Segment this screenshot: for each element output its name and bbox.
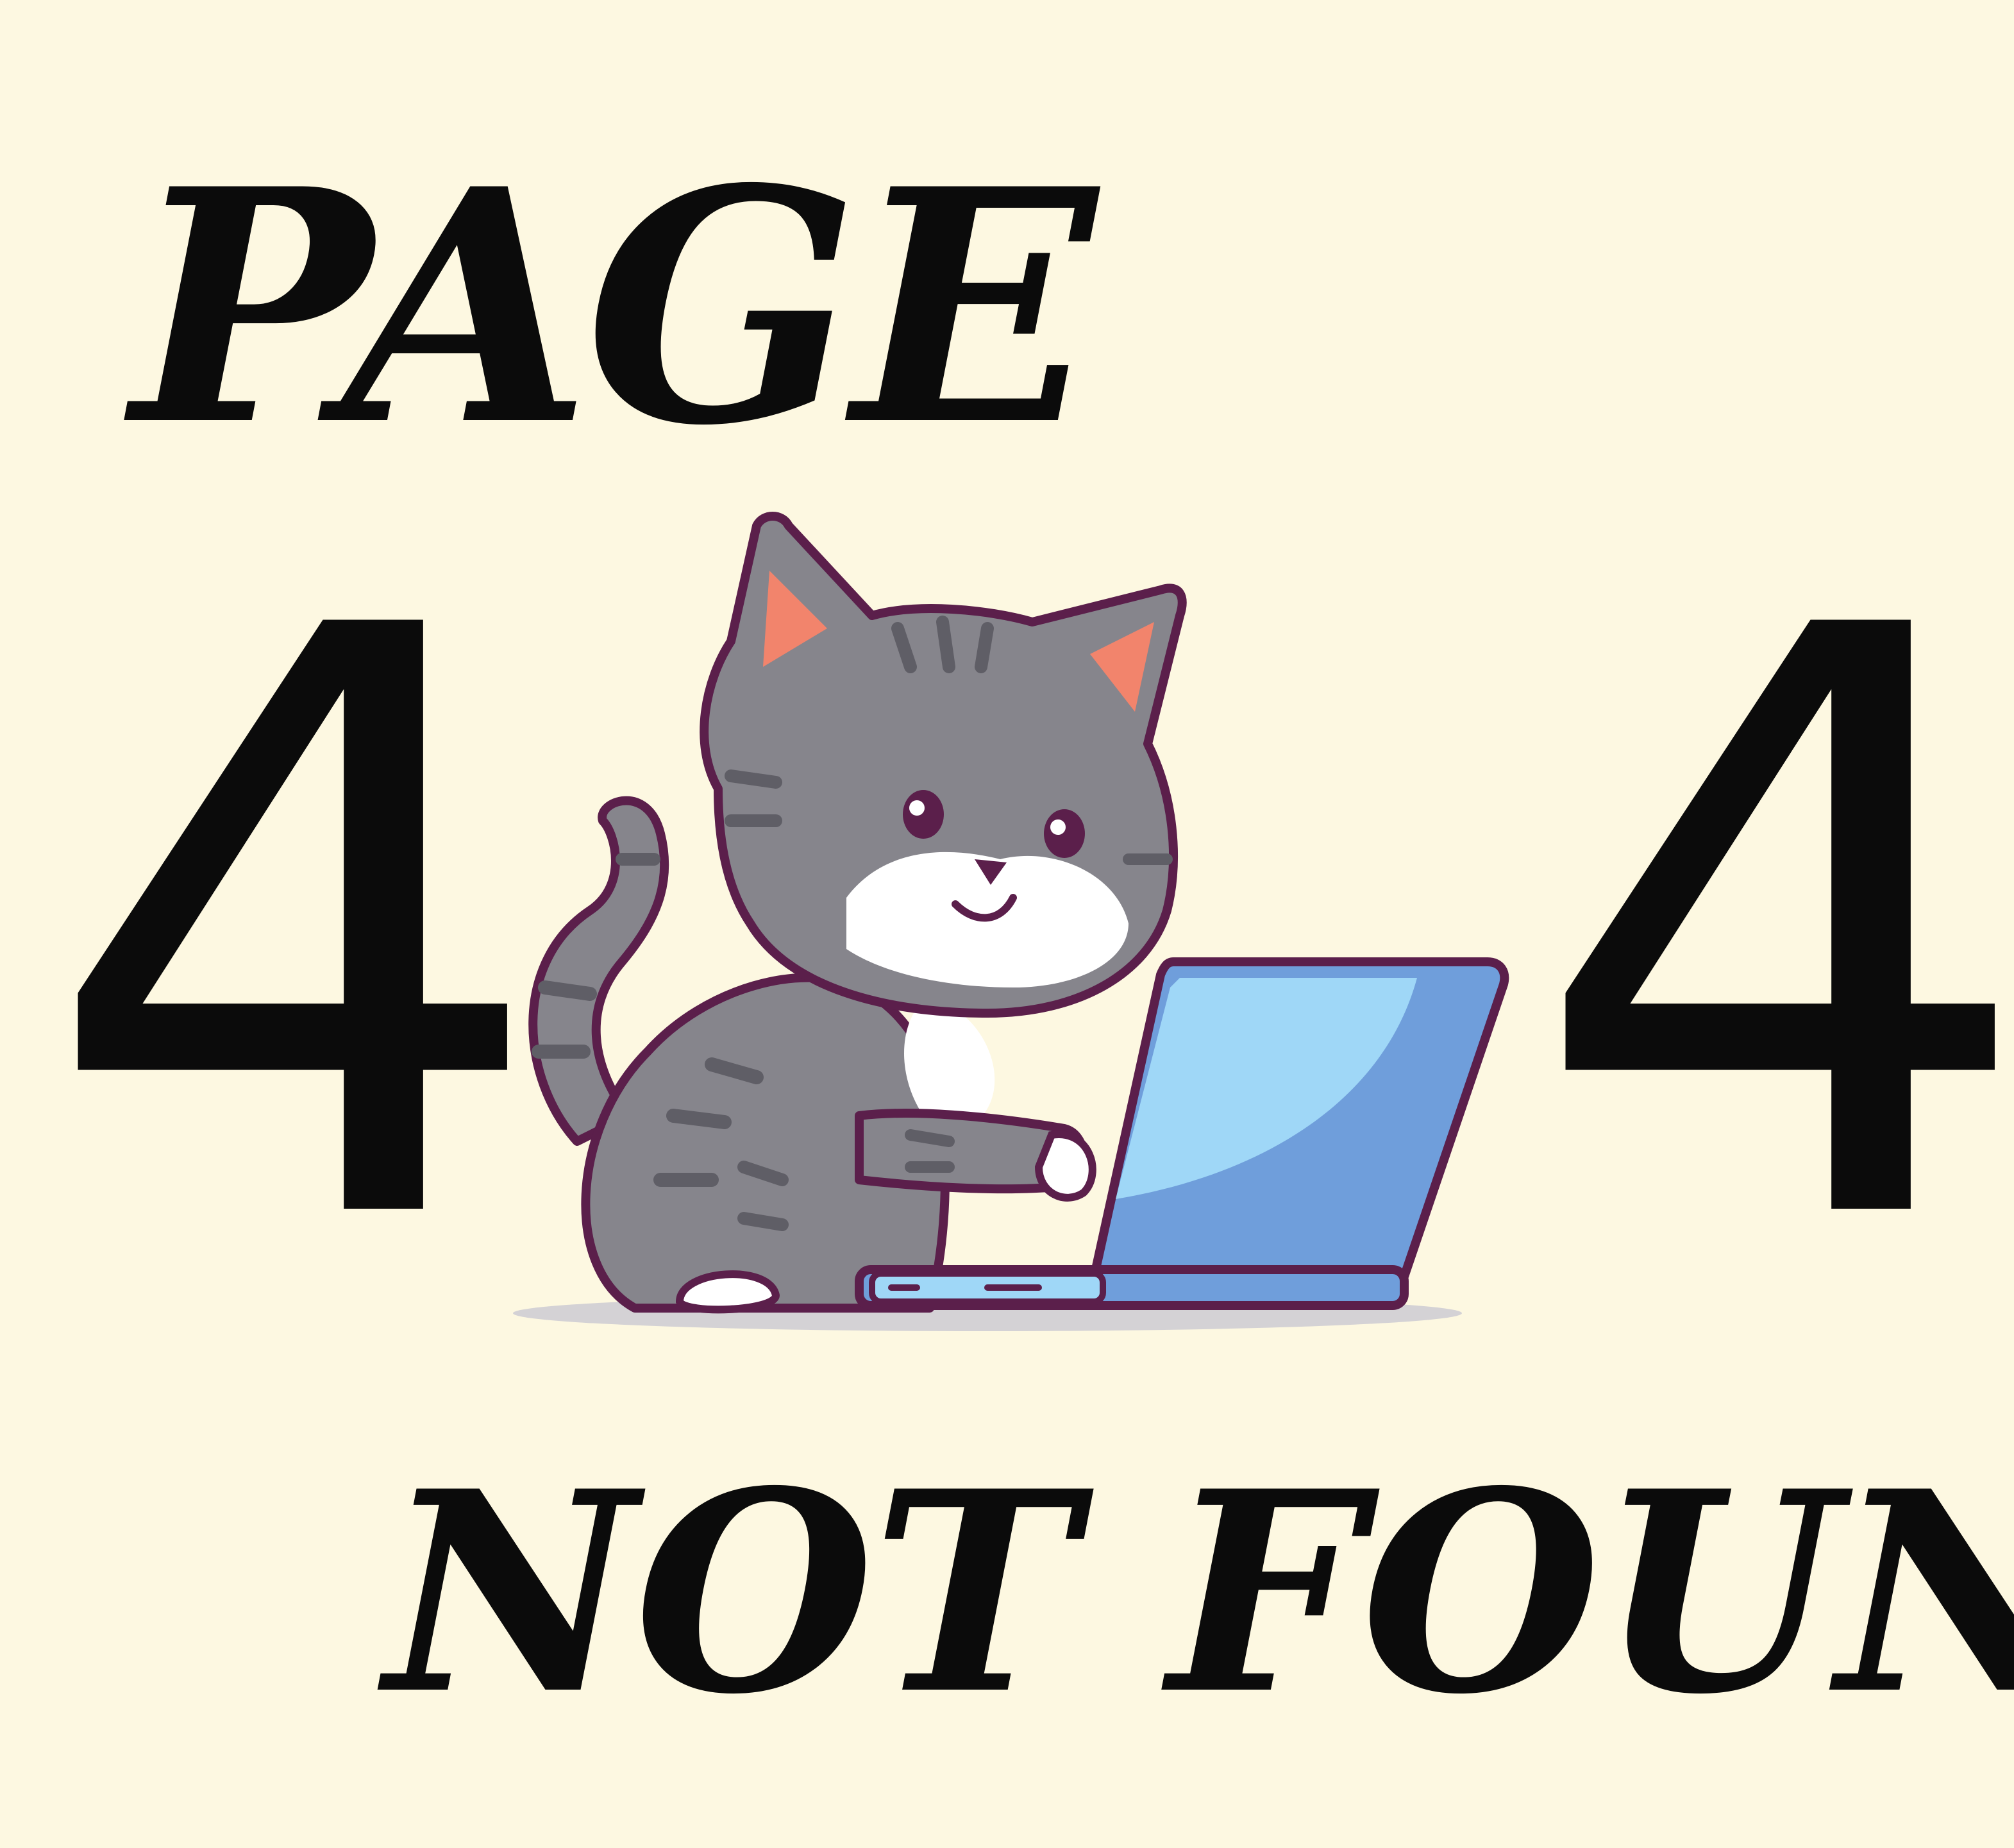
error-page: PAGE 4 4 NOT FOU [0, 0, 2014, 1848]
not-found-heading: NOT FOUND [385, 1431, 2014, 1755]
digit-four-left: 4 [38, 459, 553, 1400]
page-heading: PAGE [131, 119, 1097, 496]
cat-laptop-illustration [513, 512, 1509, 1331]
digit-four-right: 4 [1526, 459, 2014, 1400]
cat-back-paw [675, 1270, 780, 1314]
cat-eye-right [1044, 809, 1085, 858]
cat-eye-left [903, 790, 944, 839]
cat-icon [528, 512, 1187, 1314]
cat-front-paw [1034, 1130, 1096, 1202]
